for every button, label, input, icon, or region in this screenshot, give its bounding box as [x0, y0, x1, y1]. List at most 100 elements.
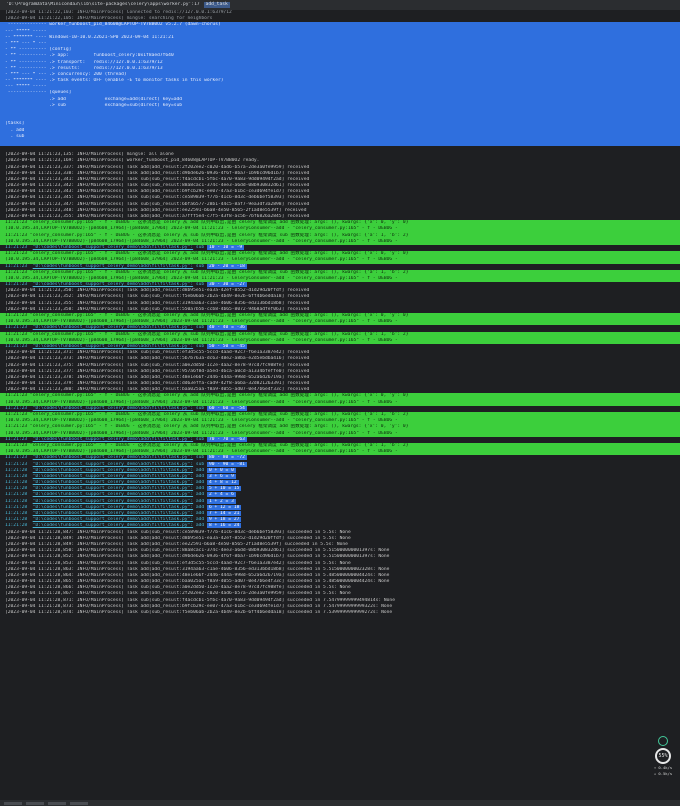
- result-value: 30 - 30 = -27: [206, 282, 247, 288]
- source-path-link: "D:\codes\funboost_support_celery_demo\a…: [32, 405, 194, 411]
- terminal-window: 'D:\ProgramData\Miniconda3\lib\site-pack…: [0, 0, 680, 806]
- source-path-link: "D:\codes\funboost_support_celery_demo\a…: [32, 473, 194, 479]
- worker-log-received-b: [2023-09-04 11:21:23,350: INFO/MainProce…: [0, 288, 680, 313]
- time-label: 11:21:23: [5, 405, 33, 411]
- result-value: 9 + 18 = 27: [206, 517, 242, 523]
- terminal-tab-bar: 'D:\ProgramData\Miniconda3\lib\site-pack…: [0, 0, 680, 10]
- result-value: 60 - 60 = -54: [206, 405, 247, 411]
- source-path-link: "D:\codes\funboost_support_celery_demo\a…: [32, 244, 194, 250]
- function-name: add: [193, 511, 207, 516]
- add-results-log: 11:21:28 "D:\codes\funboost_support_cele…: [0, 467, 680, 530]
- source-path-link: "D:\codes\funboost_support_celery_demo\a…: [32, 282, 194, 288]
- worker-log-received-c: [2023-09-04 11:21:23,371: INFO/MainProce…: [0, 350, 680, 393]
- function-name: sub: [193, 325, 207, 331]
- function-name: add: [193, 504, 207, 510]
- source-path-link: "D:\codes\funboost_support_celery_demo\a…: [32, 504, 194, 510]
- source-path-link: "D:\codes\funboost_support_celery_demo\a…: [32, 511, 194, 516]
- status-segment: [70, 801, 88, 805]
- time-label: 11:21:23: [5, 244, 33, 250]
- result-value: 10 - 10 = -9: [206, 244, 245, 250]
- result-value: 3 + 6 = 9: [206, 473, 236, 479]
- result-value: 4 + 8 = 12: [206, 480, 239, 486]
- function-name: add: [193, 473, 207, 479]
- time-label: 11:21:23: [5, 282, 33, 288]
- source-path-link: "D:\codes\funboost_support_celery_demo\a…: [32, 467, 194, 473]
- cpu-gauge: 55%: [655, 748, 671, 764]
- result-value: 80 - 80 = -72: [206, 455, 247, 461]
- function-name: add: [193, 517, 207, 523]
- time-label: 11:21:23: [5, 436, 33, 442]
- result-value: 0 + 0 = 0: [206, 467, 236, 473]
- worker-log-received: [2023-09-04 11:21:23,135: INFO/MainProce…: [0, 152, 680, 220]
- result-value: 20 - 20 = -18: [206, 263, 247, 269]
- time-label: 11:21:28: [5, 486, 33, 492]
- consumer-log-a: 11:21:23 "celery_consumer.py:165" - f - …: [0, 220, 680, 288]
- source-path-link: "D:\codes\funboost_support_celery_demo\a…: [32, 263, 194, 269]
- status-segment: [4, 801, 22, 805]
- connection-log: [2023-09-04 11:21:22,103: INFO/MainProce…: [0, 10, 680, 22]
- time-label: 11:21:23: [5, 461, 33, 467]
- download-speed: ↓ 0.5k/s: [653, 771, 673, 777]
- time-label: 11:21:28: [5, 523, 33, 529]
- source-path-link: "D:\codes\funboost_support_celery_demo\a…: [32, 486, 194, 492]
- source-path-link: "D:\codes\funboost_support_celery_demo\a…: [32, 492, 194, 498]
- result-value: 1 + 2 = 3: [206, 498, 236, 504]
- network-monitor-widget[interactable]: 55% ↑ 0.4k/s ↓ 0.5k/s: [652, 736, 674, 776]
- result-value: 50 - 50 = -45: [206, 343, 247, 349]
- result-value: 70 - 70 = -63: [206, 436, 247, 442]
- function-name: sub: [193, 282, 207, 288]
- status-segment: [26, 801, 44, 805]
- source-path-link: "D:\codes\funboost_support_celery_demo\a…: [32, 325, 194, 331]
- time-label: 11:21:23: [5, 263, 33, 269]
- result-value: 7 + 14 = 21: [206, 511, 242, 516]
- result-value: 40 - 40 = -36: [206, 325, 247, 331]
- status-segment: [48, 801, 66, 805]
- source-path-link: "D:\codes\funboost_support_celery_demo\a…: [32, 498, 194, 504]
- function-name: add: [193, 486, 207, 492]
- time-label: 11:21:28: [5, 467, 33, 473]
- source-path-link: "D:\codes\funboost_support_celery_demo\a…: [32, 523, 194, 529]
- log-line: [2023-09-04 11:21:28,874: INFO/MainProce…: [5, 610, 393, 615]
- function-name: sub: [193, 244, 207, 250]
- upload-speed: ↑ 0.4k/s: [653, 765, 673, 770]
- function-name: sub: [193, 436, 207, 442]
- function-name: add: [193, 467, 207, 473]
- function-name: sub: [193, 263, 207, 269]
- time-label: 11:21:28: [5, 473, 33, 479]
- function-name: sub: [193, 461, 207, 467]
- result-value: 6 + 12 = 18: [206, 504, 242, 510]
- time-label: 11:21:28: [5, 498, 33, 504]
- result-value: 2 + 4 = 6: [206, 492, 236, 498]
- worker-log-succeeded: [2023-09-04 11:21:28,847: INFO/MainProce…: [0, 530, 680, 617]
- function-name: sub: [193, 455, 207, 461]
- function-name: add: [193, 480, 207, 486]
- function-name: sub: [193, 405, 207, 411]
- result-value: 90 - 90 = -81: [206, 461, 247, 467]
- time-label: 11:21:23: [5, 325, 33, 331]
- consumer-log-b: 11:21:23 "celery_consumer.py:165" - f - …: [0, 313, 680, 350]
- function-name: sub: [193, 343, 207, 349]
- time-label: 11:21:23: [5, 455, 33, 461]
- time-label: 11:21:23: [5, 343, 33, 349]
- source-path-link: "D:\codes\funboost_support_celery_demo\a…: [32, 455, 194, 461]
- source-path-link: "D:\codes\funboost_support_celery_demo\a…: [32, 343, 194, 349]
- celery-worker-banner: -------------- worker_funboost_pid_84608…: [0, 22, 680, 147]
- result-value: 8 + 16 = 24: [206, 523, 242, 529]
- time-label: 11:21:28: [5, 480, 33, 486]
- source-path-link: "D:\codes\funboost_support_celery_demo\a…: [32, 461, 194, 467]
- time-label: 11:21:28: [5, 511, 33, 516]
- function-name: add: [193, 492, 207, 498]
- shield-icon: [658, 736, 668, 746]
- status-bar: [0, 800, 680, 806]
- time-label: 11:21:28: [5, 492, 33, 498]
- source-path-link: "D:\codes\funboost_support_celery_demo\a…: [32, 480, 194, 486]
- highlighted-selection[interactable]: add_task: [203, 1, 230, 9]
- function-name: add: [193, 523, 207, 529]
- result-value: 5 + 10 = 15: [206, 486, 242, 492]
- time-label: 11:21:28: [5, 517, 33, 523]
- source-path-link: "D:\codes\funboost_support_celery_demo\a…: [32, 436, 194, 442]
- consumer-log-c: 11:21:23 "celery_consumer.py:165" - f - …: [0, 393, 680, 467]
- worker-path-label: 'D:\ProgramData\Miniconda3\lib\site-pack…: [6, 1, 200, 7]
- source-path-link: "D:\codes\funboost_support_celery_demo\a…: [32, 517, 194, 523]
- function-name: add: [193, 498, 207, 504]
